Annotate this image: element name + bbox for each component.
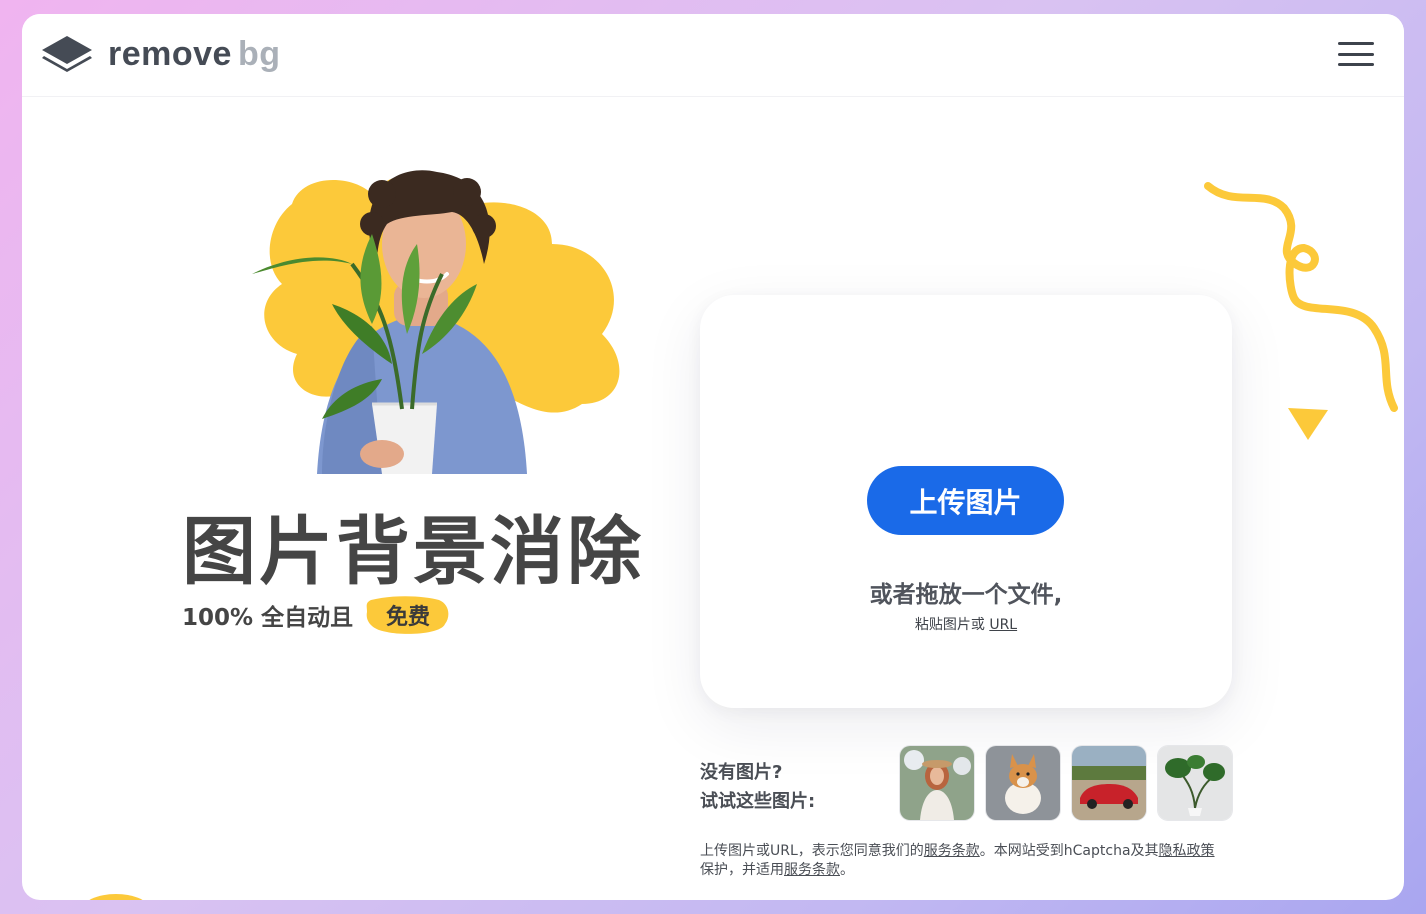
legal-text-3: 保护，并适用 (700, 862, 784, 878)
logo-word-remove: remove (108, 34, 232, 73)
decorative-yellow-blob (89, 894, 143, 900)
upload-image-button[interactable]: 上传图片 (867, 466, 1064, 535)
paste-hint-prefix: 粘贴图片或 (914, 617, 985, 633)
legal-text-2: 。本网站受到hCaptcha及其 (979, 843, 1159, 859)
paste-hint: 粘贴图片或 URL (700, 614, 1232, 634)
privacy-policy-link[interactable]: 隐私政策 (1159, 843, 1215, 859)
decorative-squiggle-shape (1204, 182, 1398, 440)
sample-thumbnails (900, 746, 1232, 820)
free-badge: 免费 (365, 594, 451, 636)
legal-text-4: 。 (840, 862, 854, 878)
hero-person-with-plant-image (252, 170, 620, 474)
logo-word-bg: bg (237, 34, 281, 73)
top-navigation-bar: remove bg (22, 14, 1404, 97)
sample-label-line2: 试试这些图片: (700, 791, 816, 812)
hamburger-menu-icon[interactable] (1338, 42, 1374, 66)
logo[interactable]: remove bg (40, 34, 281, 74)
sample-label-line1: 没有图片? (700, 762, 783, 783)
subtitle-text: 100% 全自动且 (182, 605, 354, 631)
terms-link[interactable]: 服务条款 (924, 843, 980, 859)
sample-images-label: 没有图片? 试试这些图片: (700, 758, 815, 816)
page-title: 图片背景消除 (182, 509, 644, 595)
app-window: remove bg 图片背景消除 100% 全自动且 免费 上传图片 或者拖放一… (22, 14, 1404, 900)
sample-thumb-woman[interactable] (900, 746, 974, 820)
legal-notice: 上传图片或URL，表示您同意我们的服务条款。本网站受到hCaptcha及其隐私政… (700, 842, 1240, 880)
sample-thumb-car[interactable] (1072, 746, 1146, 820)
logo-text: remove bg (108, 35, 281, 74)
legal-text-1: 上传图片或URL，表示您同意我们的 (700, 843, 924, 859)
sample-thumb-corgi[interactable] (986, 746, 1060, 820)
paste-url-link[interactable]: URL (989, 617, 1017, 633)
drop-file-text: 或者拖放一个文件, (869, 582, 1063, 608)
logo-layers-icon (42, 36, 92, 72)
sample-thumb-plant[interactable] (1158, 746, 1232, 820)
free-badge-label: 免费 (386, 605, 431, 630)
upload-dropzone-card[interactable]: 上传图片 或者拖放一个文件, 粘贴图片或 URL (700, 295, 1232, 708)
page-subtitle: 100% 全自动且 免费 (182, 594, 451, 636)
terms-link-2[interactable]: 服务条款 (784, 862, 840, 878)
